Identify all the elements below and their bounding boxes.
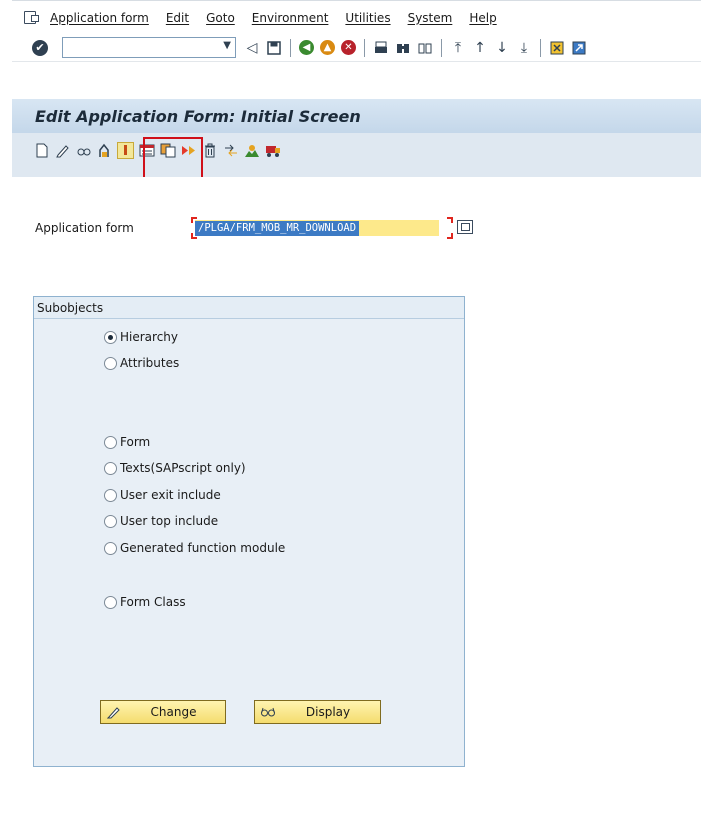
activate-icon[interactable] bbox=[117, 142, 134, 159]
check-icon[interactable] bbox=[96, 142, 113, 159]
radio-button[interactable] bbox=[104, 595, 117, 609]
toolbar-separator bbox=[290, 38, 291, 57]
application-form-field[interactable]: /PLGA/FRM_MOB_MR_DOWNLOAD bbox=[191, 217, 453, 239]
radio-label: User top include bbox=[120, 514, 219, 528]
menu-help[interactable]: Help bbox=[469, 11, 496, 25]
radio-label: Form Class bbox=[120, 595, 186, 609]
radio-button[interactable] bbox=[104, 541, 117, 555]
radio-button[interactable] bbox=[104, 435, 117, 449]
radio-button[interactable] bbox=[104, 461, 117, 475]
toolbar-separator bbox=[441, 38, 442, 57]
display-button-label: Display bbox=[305, 705, 351, 719]
back-arrow-icon[interactable]: ◁ bbox=[244, 40, 260, 56]
radio-label: User exit include bbox=[120, 488, 221, 502]
enter-icon[interactable]: ✔ bbox=[32, 39, 48, 56]
create-icon[interactable] bbox=[33, 142, 50, 159]
menu-application-form[interactable]: Application form bbox=[50, 11, 149, 25]
menu-system[interactable]: System bbox=[408, 11, 453, 25]
menu-bar: Application form Edit Goto Environment U… bbox=[12, 0, 701, 34]
radio-texts[interactable]: Texts(SAPscript only) bbox=[104, 461, 246, 475]
radio-form[interactable]: Form bbox=[104, 435, 150, 449]
radio-button[interactable] bbox=[104, 514, 117, 528]
radio-label: Form bbox=[120, 435, 151, 449]
radio-hierarchy[interactable]: Hierarchy bbox=[104, 330, 178, 344]
application-toolbar bbox=[12, 133, 701, 177]
back-icon[interactable]: ◀ bbox=[299, 40, 314, 55]
transport-icon[interactable] bbox=[222, 142, 239, 159]
menu-utilities[interactable]: Utilities bbox=[345, 11, 390, 25]
command-field[interactable]: ▼ bbox=[62, 37, 236, 58]
previous-page-icon[interactable]: ↑ bbox=[472, 40, 488, 56]
toolbar-separator bbox=[540, 38, 541, 57]
standard-toolbar: ✔ ▼ ◁ ◀ ▲ ✕ ⤒ ↑ ↓ ⤓ bbox=[12, 34, 701, 62]
next-page-icon[interactable]: ↓ bbox=[494, 40, 510, 56]
menu-environment[interactable]: Environment bbox=[252, 11, 329, 25]
other-object-icon[interactable] bbox=[243, 142, 260, 159]
page-title: Edit Application Form: Initial Screen bbox=[35, 106, 361, 126]
shortcut-icon[interactable] bbox=[571, 40, 587, 56]
main-content: Application form /PLGA/FRM_MOB_MR_DOWNLO… bbox=[12, 177, 701, 826]
menu-edit[interactable]: Edit bbox=[166, 11, 189, 25]
radio-form-class[interactable]: Form Class bbox=[104, 595, 186, 609]
radio-label: Attributes bbox=[120, 356, 180, 370]
application-form-value: /PLGA/FRM_MOB_MR_DOWNLOAD bbox=[195, 220, 360, 236]
delete-icon[interactable] bbox=[201, 142, 218, 159]
dropdown-icon[interactable]: ▼ bbox=[223, 40, 231, 51]
print-icon[interactable] bbox=[264, 142, 281, 159]
find-next-icon[interactable] bbox=[417, 40, 433, 56]
radio-label: Generated function module bbox=[120, 541, 286, 555]
find-icon[interactable] bbox=[395, 40, 411, 56]
save-icon[interactable] bbox=[266, 40, 282, 56]
radio-attributes[interactable]: Attributes bbox=[104, 356, 179, 370]
radio-button[interactable] bbox=[104, 488, 117, 502]
subobjects-group: Subobjects Hierarchy Attributes Form Tex… bbox=[33, 296, 465, 767]
first-page-icon[interactable]: ⤒ bbox=[450, 40, 466, 56]
pencil-icon bbox=[106, 704, 122, 720]
radio-label: Texts(SAPscript only) bbox=[120, 461, 246, 475]
display-icon[interactable] bbox=[75, 142, 92, 159]
radio-user-exit-include[interactable]: User exit include bbox=[104, 488, 221, 502]
glasses-icon bbox=[260, 704, 276, 720]
change-icon[interactable] bbox=[54, 142, 71, 159]
radio-button[interactable] bbox=[104, 356, 117, 370]
radio-user-top-include[interactable]: User top include bbox=[104, 514, 218, 528]
exit-icon[interactable]: ▲ bbox=[320, 40, 335, 55]
value-help-icon[interactable] bbox=[457, 220, 473, 234]
radio-generated-function-module[interactable]: Generated function module bbox=[104, 541, 285, 555]
print-icon[interactable] bbox=[373, 40, 389, 56]
radio-button[interactable] bbox=[104, 330, 117, 344]
radio-label: Hierarchy bbox=[120, 330, 179, 344]
change-button[interactable]: Change bbox=[100, 700, 226, 724]
new-session-icon[interactable] bbox=[549, 40, 565, 56]
last-page-icon[interactable]: ⤓ bbox=[516, 40, 532, 56]
display-button[interactable]: Display bbox=[254, 700, 381, 724]
application-form-label: Application form bbox=[35, 221, 134, 235]
subobjects-title: Subobjects bbox=[34, 297, 464, 319]
menu-goto[interactable]: Goto bbox=[206, 11, 235, 25]
title-bar: Edit Application Form: Initial Screen bbox=[12, 99, 701, 133]
change-button-label: Change bbox=[150, 705, 197, 719]
menu-icon[interactable] bbox=[24, 11, 39, 24]
cancel-icon[interactable]: ✕ bbox=[341, 40, 356, 55]
toolbar-separator bbox=[364, 38, 365, 57]
